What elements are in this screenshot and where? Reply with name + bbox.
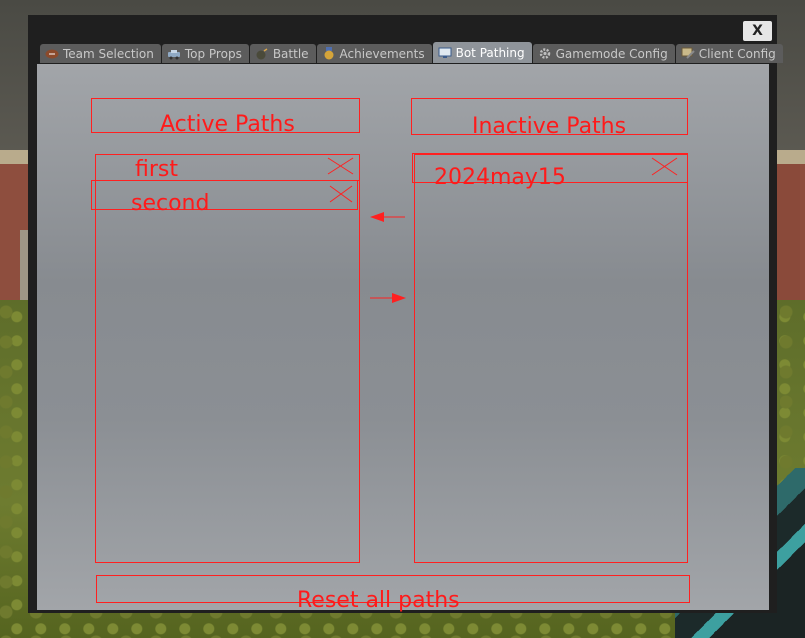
tab-label: Battle <box>272 46 309 61</box>
tab-bar: Team Selection Top Props Battle Achievem… <box>40 42 784 64</box>
tab-bot-pathing[interactable]: Bot Pathing <box>432 42 532 63</box>
active-path-label: second <box>131 191 210 216</box>
tab-label: Team Selection <box>63 46 154 61</box>
tab-top-props[interactable]: Top Props <box>161 44 249 63</box>
wrench-icon <box>681 47 695 60</box>
tab-label: Top Props <box>184 46 242 61</box>
inactive-paths-title: Inactive Paths <box>472 114 627 139</box>
delete-path-icon[interactable] <box>651 157 678 176</box>
football-icon <box>45 47 59 60</box>
inactive-path-label: 2024may15 <box>434 165 566 190</box>
delete-path-icon[interactable] <box>329 185 353 203</box>
tab-gamemode-config[interactable]: Gamemode Config <box>532 44 675 63</box>
tab-battle[interactable]: Battle <box>249 44 316 63</box>
tab-team-selection[interactable]: Team Selection <box>40 44 161 63</box>
close-button[interactable]: X <box>743 21 772 41</box>
tab-label: Client Config <box>698 46 776 61</box>
car-icon <box>167 47 181 60</box>
active-paths-title: Active Paths <box>160 112 295 137</box>
tab-achievements[interactable]: Achievements <box>316 44 432 63</box>
tab-label: Achievements <box>339 46 425 61</box>
active-path-label: first <box>135 157 178 182</box>
monitor-icon <box>438 46 452 59</box>
tab-label: Bot Pathing <box>455 45 525 60</box>
arrow-left-icon[interactable] <box>370 211 406 223</box>
gear-icon <box>538 47 552 60</box>
tab-label: Gamemode Config <box>555 46 668 61</box>
reset-all-paths-label: Reset all paths <box>297 588 460 613</box>
medal-icon <box>322 47 336 60</box>
arrow-right-icon[interactable] <box>370 292 406 304</box>
delete-path-icon[interactable] <box>327 157 354 175</box>
tab-client-config[interactable]: Client Config <box>675 44 783 63</box>
bomb-icon <box>255 47 269 60</box>
inactive-paths-list <box>414 154 688 563</box>
